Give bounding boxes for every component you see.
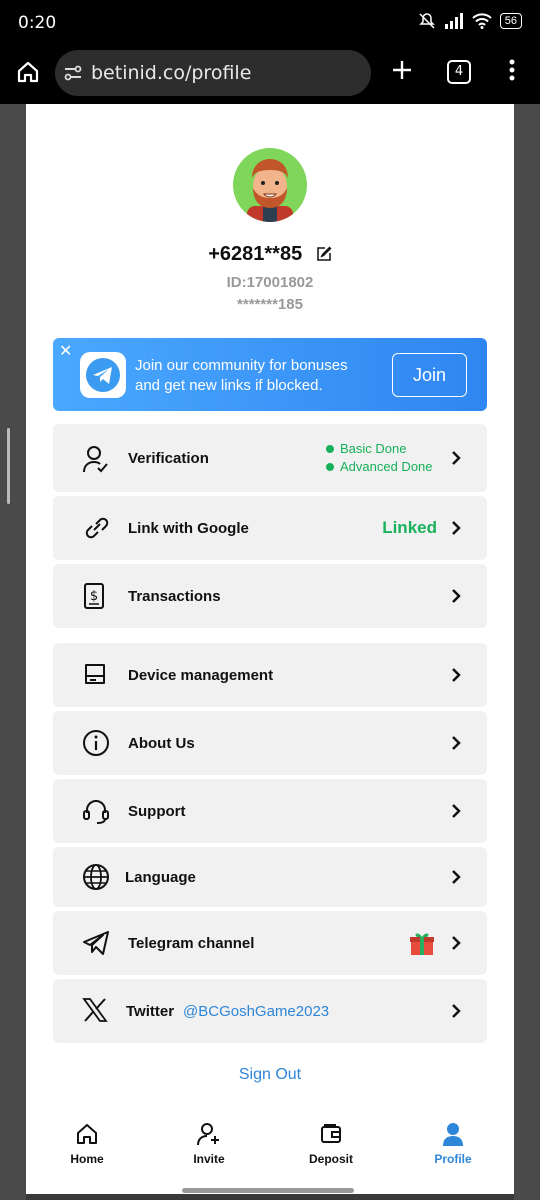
menu-label-google: Link with Google (128, 520, 249, 537)
info-icon (83, 730, 109, 756)
more-menu-icon[interactable] (504, 58, 520, 82)
user-id: ID:17001802 (226, 274, 314, 291)
nav-deposit-label: Deposit (308, 1152, 353, 1166)
menu-item-twitter[interactable]: Twitter @BCGoshGame2023 (53, 979, 487, 1043)
chevron-right-icon (452, 451, 461, 465)
wifi-icon (472, 13, 492, 29)
menu-label-transactions: Transactions (128, 588, 221, 605)
chevron-right-icon (452, 736, 461, 750)
menu-item-language[interactable]: Language (53, 847, 487, 907)
chevron-right-icon (452, 1004, 461, 1018)
nav-home[interactable]: Home (42, 1116, 132, 1166)
join-button[interactable]: Join (392, 353, 467, 397)
url-bar[interactable]: betinid.co/profile (55, 50, 371, 96)
menu-item-transactions[interactable]: $ Transactions (53, 564, 487, 628)
gift-icon (410, 933, 434, 955)
user-masked-id: *******185 (237, 296, 303, 313)
url-text[interactable]: betinid.co/profile (91, 62, 251, 84)
profile-icon (443, 1123, 463, 1146)
user-phone-text: +6281**85 (208, 243, 303, 265)
chevron-right-icon (452, 668, 461, 682)
globe-icon (83, 864, 109, 890)
menu-label-telegram: Telegram channel (128, 935, 255, 952)
headset-icon (83, 800, 109, 824)
advanced-status-text: Advanced Done (340, 459, 433, 474)
site-settings-icon[interactable] (63, 63, 83, 83)
advanced-status: Advanced Done (326, 459, 433, 474)
menu-label-verification: Verification (128, 450, 209, 467)
chevron-right-icon (452, 589, 461, 603)
chevron-right-icon (452, 936, 461, 950)
left-gutter (0, 104, 26, 1200)
right-gutter (514, 104, 540, 1200)
menu-label-support: Support (128, 803, 186, 820)
nav-profile-label: Profile (434, 1152, 472, 1166)
avatar[interactable] (233, 148, 307, 222)
chevron-right-icon (452, 521, 461, 535)
svg-text:$: $ (90, 589, 98, 604)
menu-label-about: About Us (128, 735, 195, 752)
tab-switcher-button[interactable]: 4 (447, 60, 471, 84)
status-dot (326, 463, 334, 471)
user-phone: +6281**85 (26, 243, 514, 266)
nav-invite[interactable]: Invite (164, 1116, 254, 1166)
nav-invite-label: Invite (193, 1152, 225, 1166)
signal-icon (444, 13, 463, 29)
status-time: 0:20 (18, 13, 57, 33)
close-icon[interactable]: ✕ (59, 341, 72, 361)
telegram-logo-icon (80, 352, 126, 398)
menu-item-support[interactable]: Support (53, 779, 487, 843)
twitter-handle[interactable]: @BCGoshGame2023 (183, 1003, 329, 1020)
bottom-nav: Home Invite Deposit Profile (26, 1110, 514, 1194)
menu-label-language: Language (125, 869, 196, 886)
menu-label-device: Device management (128, 667, 274, 684)
add-user-icon (197, 1123, 219, 1146)
menu-item-device-management[interactable]: Device management (53, 643, 487, 707)
menu-label-twitter: Twitter (126, 1003, 175, 1020)
profile-page: +6281**85 ID:17001802 *******185 ✕ Join … (26, 104, 514, 1194)
edit-icon[interactable] (316, 246, 332, 262)
device-icon (85, 664, 105, 684)
menu-item-verification[interactable]: Verification Basic Done Advanced Done (53, 424, 487, 492)
menu-item-link-google[interactable]: Link with Google Linked (53, 496, 487, 560)
menu-item-about-us[interactable]: About Us (53, 711, 487, 775)
sign-out-link[interactable]: Sign Out (26, 1066, 514, 1084)
receipt-dollar-icon: $ (84, 583, 104, 609)
chevron-right-icon (452, 804, 461, 818)
mute-icon (418, 13, 435, 29)
battery-indicator: 56 (499, 13, 522, 29)
nav-deposit[interactable]: Deposit (286, 1116, 376, 1166)
status-dot (326, 445, 334, 453)
banner-line-1: Join our community for bonuses (135, 357, 348, 374)
nav-profile[interactable]: Profile (408, 1116, 498, 1166)
edge-handle[interactable] (7, 428, 10, 504)
basic-status: Basic Done (326, 441, 406, 456)
status-bar: 0:20 56 (0, 0, 540, 44)
send-icon (83, 931, 109, 955)
chevron-right-icon (452, 870, 461, 884)
home-icon[interactable] (16, 60, 40, 84)
basic-status-text: Basic Done (340, 441, 407, 456)
banner-text: Join our community for bonuses and get n… (135, 356, 348, 396)
new-tab-icon[interactable] (390, 58, 414, 82)
menu-item-telegram-channel[interactable]: Telegram channel (53, 911, 487, 975)
nav-home-label: Home (70, 1152, 104, 1166)
home-icon (77, 1124, 97, 1144)
browser-toolbar: betinid.co/profile 4 (0, 44, 540, 104)
x-logo-icon (82, 998, 108, 1022)
google-linked-status: Linked (382, 518, 437, 537)
wallet-icon (321, 1124, 341, 1143)
link-icon (85, 517, 109, 539)
gesture-bar (182, 1188, 354, 1193)
community-banner: ✕ Join our community for bonuses and get… (53, 338, 487, 411)
banner-line-2: and get new links if blocked. (135, 377, 323, 394)
user-check-icon (83, 446, 108, 473)
status-icons: 56 (418, 12, 522, 30)
